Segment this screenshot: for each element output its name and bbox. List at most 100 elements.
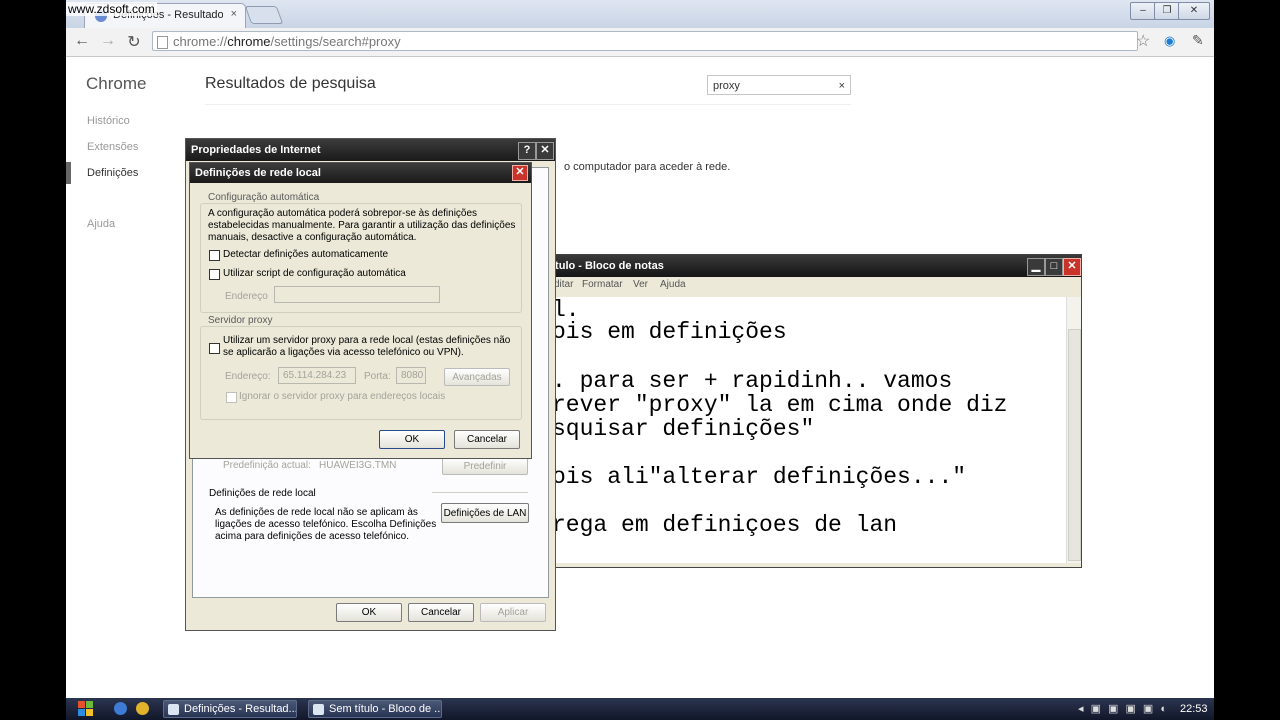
taskbar-clock: 22:53 (1180, 703, 1208, 715)
nav-help[interactable]: Ajuda (87, 218, 115, 230)
detect-settings-checkbox[interactable] (209, 250, 220, 261)
url-prefix: chrome:// (173, 34, 228, 49)
notepad-scrollbar[interactable] (1066, 297, 1081, 563)
use-proxy-label: Utilizar um servidor proxy para a rede l… (223, 335, 511, 346)
notepad-taskbar-icon (313, 704, 324, 715)
text-line: rever "proxy" la em cima onde diz (552, 392, 1008, 418)
bookmark-star-icon[interactable]: ☆ (1136, 31, 1150, 51)
watermark-text: www.zdsoft.com (66, 2, 157, 16)
proxy-server-label: Servidor proxy (206, 315, 275, 326)
wrench-menu-icon[interactable]: ✎ (1192, 32, 1204, 49)
taskbar-item-label: Definições - Resultad... (184, 703, 297, 715)
notepad-maximize-button[interactable]: □ (1045, 258, 1063, 276)
scroll-thumb[interactable] (1068, 329, 1081, 561)
lan-section-title: Definições de rede local (209, 488, 316, 499)
lan-description-line: As definições de rede local não se aplic… (215, 507, 418, 518)
section-divider (432, 492, 528, 493)
url-path: /settings/search#proxy (270, 34, 401, 49)
page-title: Resultados de pesquisa (205, 75, 376, 92)
auto-config-description: estabelecidas manualmente. Para garantir… (208, 220, 516, 231)
menu-edit[interactable]: ditar (554, 279, 573, 290)
start-windows-icon[interactable] (78, 701, 94, 717)
search-clear-icon[interactable]: × (839, 76, 845, 96)
chrome-taskbar-icon (168, 704, 179, 715)
nav-settings[interactable]: Definições (87, 167, 138, 179)
lan-ok-button[interactable]: OK (379, 430, 445, 449)
notepad-close-button[interactable]: ✕ (1063, 258, 1081, 276)
text-line: . para ser + rapidinh.. vamos (552, 368, 953, 394)
preset-label: Predefinição actual: (223, 460, 311, 471)
nav-extensions[interactable]: Extensões (87, 141, 138, 153)
nav-selected-indicator (66, 162, 71, 184)
nav-history[interactable]: Histórico (87, 115, 130, 127)
back-arrow-icon[interactable]: ← (72, 32, 92, 50)
close-window-button[interactable]: ✕ (1178, 2, 1210, 20)
help-button[interactable]: ? (518, 142, 536, 160)
menu-help[interactable]: Ajuda (660, 279, 686, 290)
advanced-button[interactable]: Avançadas (444, 368, 510, 386)
reload-icon[interactable]: ↻ (124, 32, 144, 52)
taskbar-item-chrome[interactable]: Definições - Resultad... (163, 700, 297, 718)
lan-close-button[interactable]: ✕ (512, 165, 528, 181)
script-address-label: Endereço (225, 291, 268, 302)
lan-settings-button[interactable]: Definições de LAN (441, 503, 529, 523)
preset-value: HUAWEI3G.TMN (319, 460, 397, 471)
use-proxy-checkbox[interactable] (209, 343, 220, 354)
settings-search-input[interactable]: proxy × (707, 75, 851, 95)
script-address-input[interactable] (274, 286, 440, 303)
lan-dialog-title: Definições de rede local (195, 167, 321, 179)
minimize-button[interactable]: ‒ (1130, 2, 1156, 20)
text-line: ois em definições (552, 319, 787, 345)
text-line: ois ali"alterar definições..." (552, 464, 967, 490)
bypass-local-label: Ignorar o servidor proxy para endereços … (239, 391, 446, 402)
auto-config-description: manuais, desactive a configuração automá… (208, 232, 417, 243)
forward-arrow-icon[interactable]: → (98, 32, 118, 50)
search-value: proxy (713, 80, 740, 92)
lan-title-bar: Definições de rede local ✕ (190, 163, 531, 183)
internet-properties-close-button[interactable]: ✕ (536, 142, 554, 160)
maximize-button[interactable]: ❐ (1154, 2, 1180, 20)
text-line: squisar definições" (552, 416, 815, 442)
taskbar: Definições - Resultad... Sem título - Bl… (66, 698, 1214, 720)
screen: Definições - Resultados de pesquisa × ‒ … (66, 0, 1214, 720)
notepad-menu-bar: ditar Formatar Ver Ajuda (552, 277, 1081, 295)
settings-brand: Chrome (86, 74, 147, 93)
extension-eye-icon[interactable]: ◉ (1164, 33, 1175, 49)
auto-script-checkbox[interactable] (209, 269, 220, 280)
chrome-quicklaunch-icon[interactable] (136, 702, 149, 715)
text-line: rega em definiçoes de lan (552, 512, 898, 538)
notepad-minimize-button[interactable]: ▁ (1027, 258, 1045, 276)
proxy-address-label: Endereço: (225, 371, 271, 382)
preset-button[interactable]: Predefinir (442, 457, 528, 475)
detect-settings-label: Detectar definições automaticamente (223, 249, 389, 260)
new-tab-button[interactable] (244, 6, 284, 24)
lan-cancel-button[interactable]: Cancelar (454, 430, 520, 449)
ie-quicklaunch-icon[interactable] (114, 702, 127, 715)
internet-properties-title-bar: Propriedades de Internet ? ✕ (186, 139, 555, 161)
taskbar-item-label: Sem título - Bloco de ... (329, 703, 442, 715)
auto-config-label: Configuração automática (206, 192, 322, 203)
lan-description-line: acima para definições de acesso telefóni… (215, 531, 410, 542)
port-label: Porta: (364, 371, 391, 382)
menu-format[interactable]: Formatar (582, 279, 623, 290)
proxy-address-input[interactable]: 65.114.284.23 (278, 367, 356, 384)
auto-config-description: A configuração automática poderá sobrepo… (208, 208, 478, 219)
apply-button[interactable]: Aplicar (480, 603, 546, 622)
notepad-window: ítulo - Bloco de notas ▁ □ ✕ ditar Forma… (551, 254, 1082, 568)
taskbar-item-notepad[interactable]: Sem título - Bloco de ... (308, 700, 442, 718)
tab-strip: Definições - Resultados de pesquisa × ‒ … (66, 0, 1214, 28)
page-icon (157, 36, 168, 49)
browser-toolbar: ← → ↻ chrome://chrome/settings/search#pr… (66, 28, 1214, 57)
address-bar[interactable]: chrome://chrome/settings/search#proxy (152, 31, 1138, 51)
bypass-local-checkbox[interactable] (226, 392, 237, 403)
ok-button[interactable]: OK (336, 603, 402, 622)
tab-close-icon[interactable]: × (231, 8, 237, 20)
notepad-text-area[interactable]: l. ois em definições . para ser + rapidi… (552, 297, 1067, 563)
internet-properties-title: Propriedades de Internet (191, 144, 321, 156)
use-proxy-label: se aplicarão a ligações via acesso telef… (223, 347, 464, 358)
port-input[interactable]: 8080 (396, 367, 426, 384)
cancel-button[interactable]: Cancelar (408, 603, 474, 622)
proxy-description: o computador para aceder à rede. (564, 161, 731, 173)
menu-view[interactable]: Ver (633, 279, 648, 290)
system-tray-icons[interactable]: ◂ ▣ ▣ ▣ ▣ ◐ (1078, 702, 1169, 715)
